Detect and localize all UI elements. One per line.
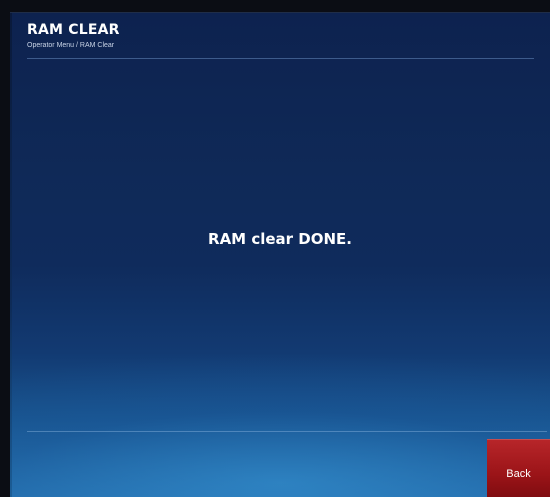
breadcrumb: Operator Menu / RAM Clear — [27, 42, 115, 49]
screen: RAM CLEAR Operator Menu / RAM Clear RAM … — [0, 0, 550, 497]
header-divider — [27, 58, 534, 59]
page-title: RAM CLEAR — [27, 22, 120, 38]
footer-divider — [27, 431, 547, 432]
back-button[interactable]: Back — [487, 439, 550, 497]
status-message: RAM clear DONE. — [208, 230, 352, 248]
back-button-label: Back — [506, 468, 531, 480]
display-edge — [10, 13, 12, 497]
operator-display: RAM CLEAR Operator Menu / RAM Clear RAM … — [10, 12, 550, 497]
header: RAM CLEAR Operator Menu / RAM Clear — [10, 13, 550, 59]
